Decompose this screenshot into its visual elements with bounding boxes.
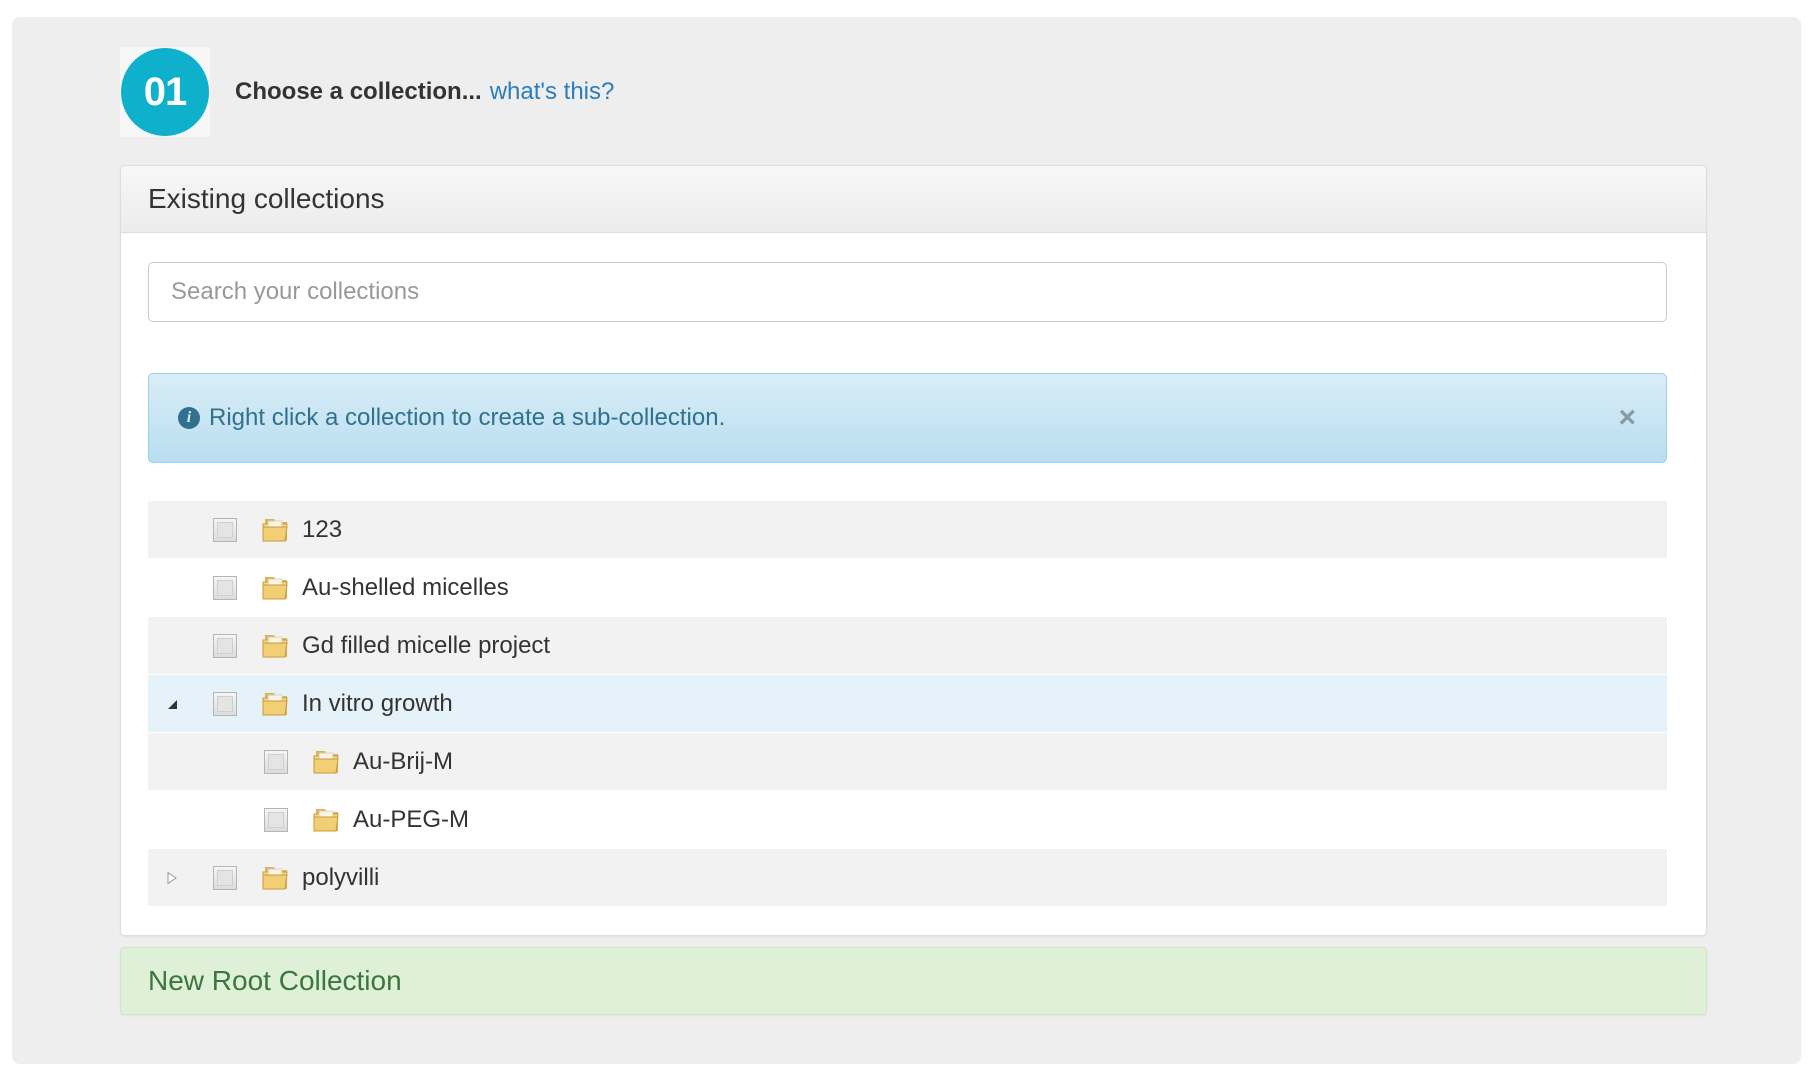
- collection-checkbox[interactable]: [264, 808, 288, 832]
- tree-row[interactable]: 123: [148, 501, 1667, 559]
- new-root-collection-button[interactable]: New Root Collection: [120, 947, 1707, 1015]
- tree-row[interactable]: Au-shelled micelles: [148, 559, 1667, 617]
- alert-text: Right click a collection to create a sub…: [209, 404, 726, 431]
- collection-checkbox[interactable]: [213, 692, 237, 716]
- step-number-badge: 01: [121, 48, 209, 136]
- folder-icon: [312, 805, 342, 833]
- collection-checkbox[interactable]: [213, 518, 237, 542]
- collection-checkbox[interactable]: [264, 750, 288, 774]
- collection-label[interactable]: Au-PEG-M: [353, 806, 469, 834]
- step-header: 01 Choose a collection... what's this?: [120, 47, 614, 137]
- collection-label[interactable]: Au-shelled micelles: [302, 574, 509, 602]
- folder-icon: [261, 515, 291, 543]
- tree-row[interactable]: Gd filled micelle project: [148, 617, 1667, 675]
- collection-label[interactable]: Au-Brij-M: [353, 748, 453, 776]
- whats-this-link[interactable]: what's this?: [490, 78, 615, 106]
- expanded-triangle-icon[interactable]: [162, 694, 182, 714]
- tree-row[interactable]: In vitro growth: [148, 675, 1667, 733]
- info-alert: i Right click a collection to create a s…: [148, 373, 1667, 463]
- collection-checkbox[interactable]: [213, 866, 237, 890]
- folder-icon: [312, 747, 342, 775]
- tree-row[interactable]: Au-Brij-M: [148, 733, 1667, 791]
- step-badge-frame: 01: [120, 47, 210, 137]
- search-collections-input[interactable]: [148, 262, 1667, 322]
- collection-label[interactable]: In vitro growth: [302, 690, 453, 718]
- panel-heading: Existing collections: [121, 166, 1706, 233]
- folder-icon: [261, 863, 291, 891]
- collection-tree: 123 Au-shelled micelles Gd filled micelle …: [148, 501, 1667, 907]
- info-icon: i: [178, 407, 200, 429]
- step-title: Choose a collection...: [235, 78, 482, 105]
- tree-row[interactable]: polyvilli: [148, 849, 1667, 907]
- page-container: 01 Choose a collection... what's this? E…: [12, 17, 1801, 1064]
- collection-label[interactable]: Gd filled micelle project: [302, 632, 550, 660]
- collection-label[interactable]: polyvilli: [302, 864, 379, 892]
- folder-icon: [261, 573, 291, 601]
- close-icon[interactable]: ×: [1618, 403, 1636, 433]
- existing-collections-panel: Existing collections i Right click a col…: [120, 165, 1707, 936]
- collapsed-triangle-icon[interactable]: [162, 868, 182, 888]
- folder-icon: [261, 689, 291, 717]
- collection-label[interactable]: 123: [302, 516, 342, 544]
- tree-row[interactable]: Au-PEG-M: [148, 791, 1667, 849]
- folder-icon: [261, 631, 291, 659]
- collection-checkbox[interactable]: [213, 576, 237, 600]
- collection-checkbox[interactable]: [213, 634, 237, 658]
